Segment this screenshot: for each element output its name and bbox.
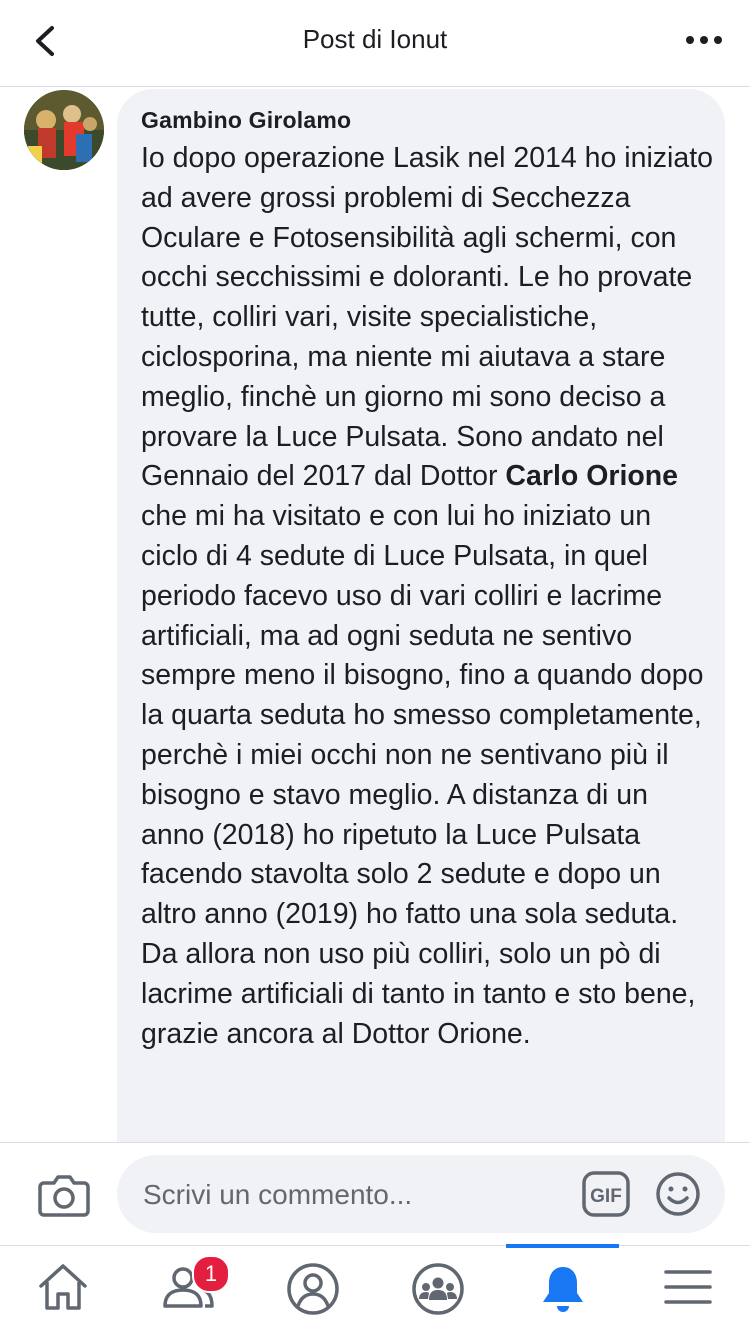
doctor-name: Carlo Orione (505, 460, 679, 493)
bell-icon (542, 1267, 583, 1312)
tab-profile[interactable] (250, 1246, 375, 1335)
bottom-nav: 1 (0, 1244, 750, 1335)
comment-composer: GIF (0, 1142, 750, 1246)
camera-icon (38, 1175, 90, 1217)
gif-button[interactable]: GIF (581, 1170, 631, 1218)
comment-text: Io dopo operazione Lasik nel 2014 ho ini… (141, 139, 716, 1054)
tab-friends[interactable] (125, 1246, 250, 1335)
more-options-button[interactable] (684, 28, 724, 52)
tab-home[interactable] (0, 1246, 125, 1335)
home-icon (38, 1264, 87, 1310)
camera-button[interactable] (38, 1173, 90, 1217)
top-bar: Post di Ionut (0, 0, 750, 87)
comment-thread: Gambino Girolamo Io dopo operazione Lasi… (0, 87, 750, 1142)
emoji-button[interactable] (655, 1171, 701, 1217)
profile-icon (286, 1263, 339, 1315)
hamburger-menu-icon (663, 1270, 712, 1304)
more-dots-icon (686, 36, 722, 44)
tab-notifications[interactable] (500, 1246, 625, 1335)
comment-author[interactable]: Gambino Girolamo (141, 107, 351, 134)
groups-icon (411, 1263, 464, 1315)
avatar-image (24, 90, 104, 170)
friends-notification-badge: 1 (192, 1255, 230, 1293)
gif-icon: GIF (582, 1171, 630, 1217)
comment-text-part1: Io dopo operazione Lasik nel 2014 ho ini… (141, 142, 714, 493)
tab-groups[interactable] (375, 1246, 500, 1335)
comment-input-wrapper: GIF (117, 1155, 725, 1235)
comment-text-part2: che mi ha visitato e con lui ho iniziato… (141, 500, 704, 1050)
tab-menu[interactable] (625, 1246, 750, 1335)
page-title: Post di Ionut (302, 24, 448, 54)
gif-label: GIF (590, 1186, 622, 1207)
smiley-icon (656, 1172, 700, 1216)
avatar[interactable] (24, 90, 104, 170)
comment-input[interactable] (141, 1155, 565, 1235)
